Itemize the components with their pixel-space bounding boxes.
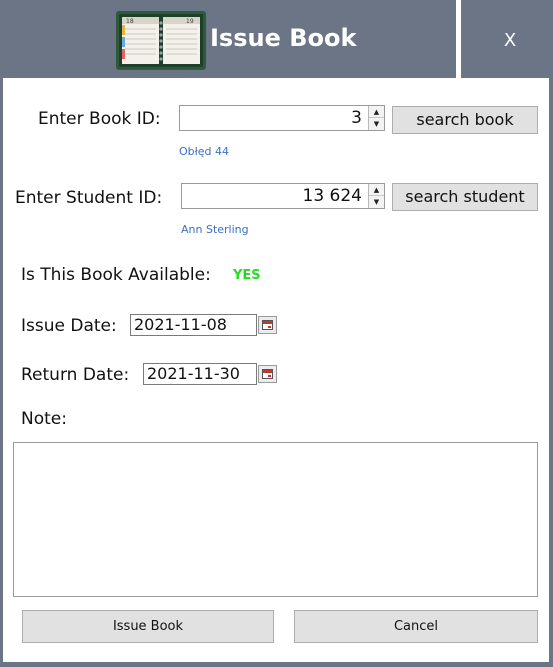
return-date-field[interactable]: 2021-11-30 [143,363,257,385]
issue-book-button[interactable]: Issue Book [22,610,274,643]
return-date-calendar-icon[interactable] [258,365,277,383]
form-panel: Enter Book ID: 3 ▲ ▼ search book Obłęd 4… [3,78,549,662]
close-button[interactable]: X [494,26,526,56]
window-title: Issue Book [210,24,357,52]
svg-text:19: 19 [186,18,194,25]
student-id-spin-buttons: ▲ ▼ [368,184,384,208]
title-bar: 18 19 Issue Book X [0,0,553,78]
student-id-increment-button[interactable]: ▲ [369,184,384,196]
planner-book-icon: 18 19 [116,11,206,70]
title-divider [456,0,461,78]
note-textarea[interactable] [13,442,538,597]
availability-label: Is This Book Available: [21,265,211,285]
student-name-link[interactable]: Ann Sterling [181,223,249,236]
book-id-spin-buttons: ▲ ▼ [368,106,384,130]
book-id-decrement-button[interactable]: ▼ [369,118,384,130]
student-id-decrement-button[interactable]: ▼ [369,196,384,208]
search-student-button[interactable]: search student [392,183,538,211]
issue-date-calendar-icon[interactable] [258,316,277,334]
availability-status: YES [233,268,261,283]
book-id-increment-button[interactable]: ▲ [369,106,384,118]
search-book-button[interactable]: search book [392,106,538,134]
issue-date-field[interactable]: 2021-11-08 [130,314,257,336]
book-id-spinner[interactable]: 3 ▲ ▼ [179,105,385,131]
issue-book-window: 18 19 Issue Book X Enter Book ID: 3 ▲ ▼ … [0,0,553,667]
book-title-link[interactable]: Obłęd 44 [179,145,229,158]
issue-date-label: Issue Date: [21,316,117,336]
book-id-value: 3 [351,108,362,128]
student-id-label: Enter Student ID: [15,188,163,208]
book-id-label: Enter Book ID: [38,109,161,129]
return-date-label: Return Date: [21,365,130,385]
student-id-value: 13 624 [302,186,362,206]
note-label: Note: [21,409,67,429]
student-id-spinner[interactable]: 13 624 ▲ ▼ [181,183,385,209]
svg-text:18: 18 [126,18,134,25]
cancel-button[interactable]: Cancel [294,610,538,643]
